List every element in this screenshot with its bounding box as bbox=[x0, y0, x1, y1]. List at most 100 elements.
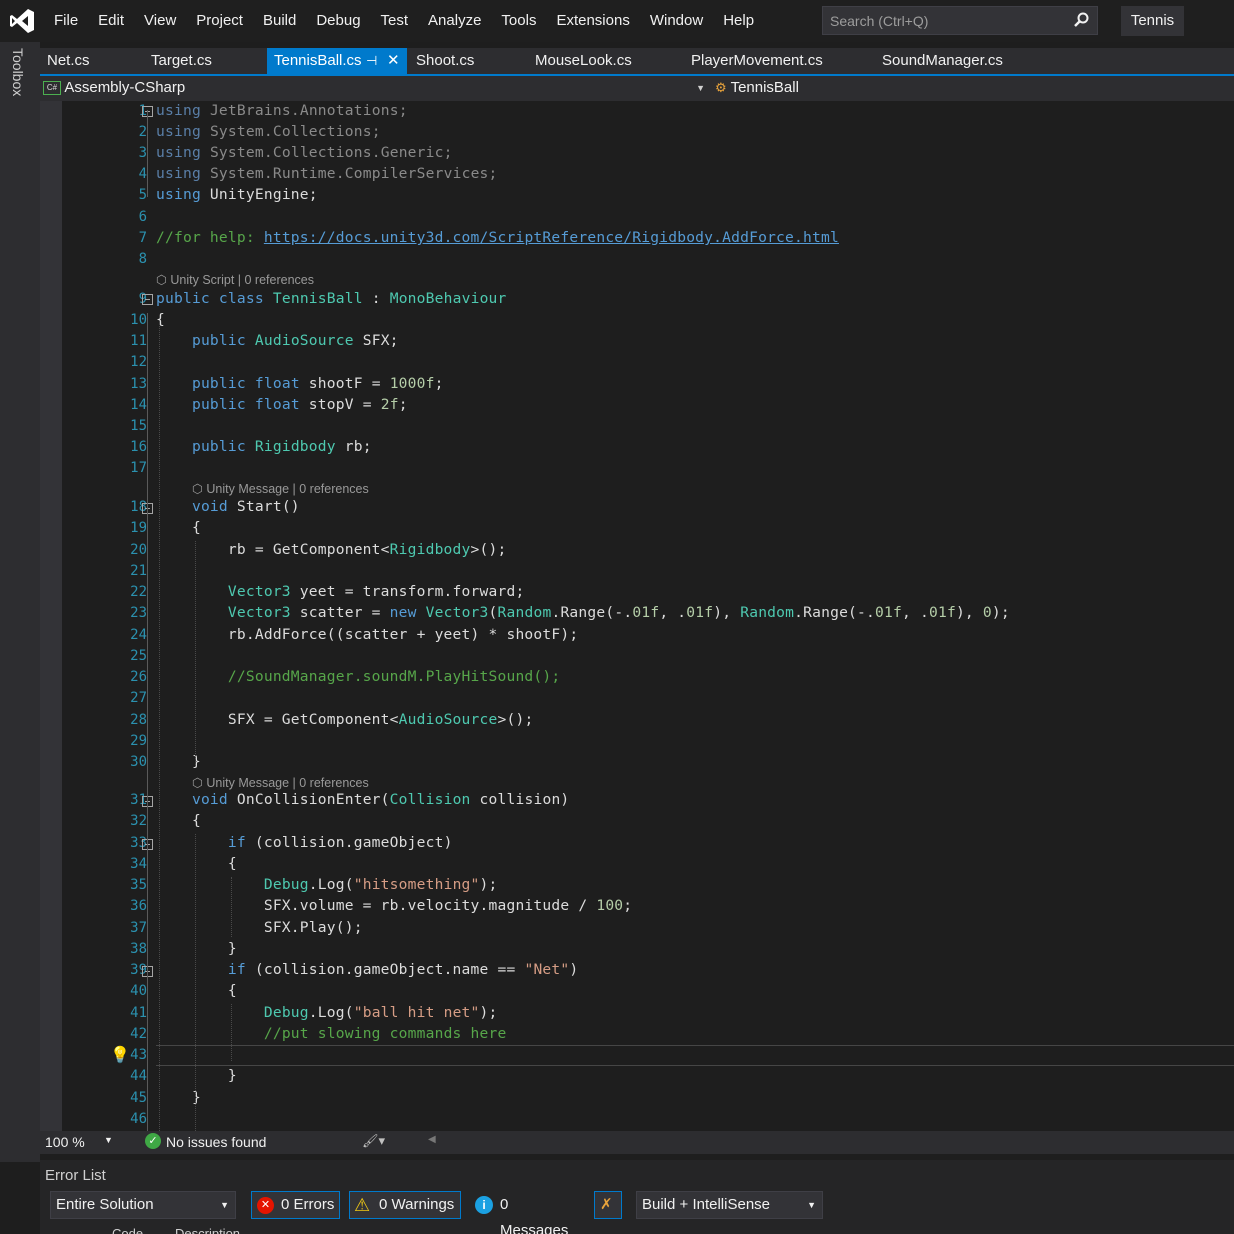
code-line[interactable]: } bbox=[156, 940, 237, 957]
code-line[interactable]: SFX.Play(); bbox=[156, 919, 363, 936]
search-placeholder: Search (Ctrl+Q) bbox=[830, 13, 929, 29]
code-line[interactable]: public float shootF = 1000f; bbox=[156, 375, 444, 392]
tab-shoot-cs[interactable]: Shoot.cs bbox=[409, 48, 529, 74]
codelens-collision-references[interactable]: ⬡ Unity Message | 0 references bbox=[192, 775, 369, 790]
tab-label: Shoot.cs bbox=[416, 52, 475, 69]
line-number: 17 bbox=[130, 460, 147, 476]
menu-edit[interactable]: Edit bbox=[88, 0, 134, 42]
tab-mouselook-cs[interactable]: MouseLook.cs bbox=[528, 48, 684, 74]
close-icon[interactable]: ✕ bbox=[387, 48, 400, 74]
column-header-description[interactable]: Description bbox=[175, 1226, 240, 1234]
menu-debug[interactable]: Debug bbox=[306, 0, 370, 42]
menu-extensions[interactable]: Extensions bbox=[546, 0, 639, 42]
menu-help[interactable]: Help bbox=[713, 0, 764, 42]
code-line[interactable]: public float stopV = 2f; bbox=[156, 396, 408, 413]
code-line[interactable]: SFX = GetComponent<AudioSource>(); bbox=[156, 711, 533, 728]
solution-name-badge[interactable]: Tennis bbox=[1121, 6, 1184, 36]
errors-filter-button[interactable]: ✕ 0 Errors bbox=[251, 1191, 340, 1219]
scroll-left-icon[interactable]: ◀ bbox=[428, 1134, 436, 1145]
code-line[interactable]: { bbox=[156, 812, 201, 829]
line-number: 5 bbox=[138, 187, 147, 203]
class-icon: ⚙ bbox=[715, 80, 727, 95]
menu-analyze[interactable]: Analyze bbox=[418, 0, 491, 42]
filter-toggle-button[interactable]: ✗ bbox=[594, 1191, 622, 1219]
code-line[interactable]: using System.Collections; bbox=[156, 123, 381, 140]
code-line[interactable]: SFX.volume = rb.velocity.magnitude / 100… bbox=[156, 897, 632, 914]
visual-studio-logo-icon[interactable] bbox=[0, 0, 44, 42]
code-line[interactable]: rb.AddForce((scatter + yeet) * shootF); bbox=[156, 626, 578, 643]
tab-soundmanager-cs[interactable]: SoundManager.cs bbox=[875, 48, 1055, 74]
code-line[interactable]: Vector3 scatter = new Vector3(Random.Ran… bbox=[156, 604, 1010, 621]
zoom-level[interactable]: 100 % bbox=[45, 1134, 85, 1150]
code-line[interactable]: //SoundManager.soundM.PlayHitSound(); bbox=[156, 668, 560, 685]
code-line[interactable]: public AudioSource SFX; bbox=[156, 332, 399, 349]
menu-test[interactable]: Test bbox=[371, 0, 419, 42]
code-editor[interactable]: 1 2 3 4 5 6 7 8 9 10 11 12 13 14 15 16 17 18 19 20 21 22 23 24 2… bbox=[40, 101, 1234, 1131]
project-dropdown[interactable]: C# Assembly-CSharp ▼ bbox=[43, 77, 709, 99]
code-line[interactable]: } bbox=[156, 1067, 237, 1084]
class-dropdown[interactable]: ⚙ TennisBall bbox=[715, 77, 1234, 99]
menu-project[interactable]: Project bbox=[186, 0, 253, 42]
line-number: 22 bbox=[130, 584, 147, 600]
code-line[interactable]: Vector3 yeet = transform.forward; bbox=[156, 583, 524, 600]
code-line[interactable]: public Rigidbody rb; bbox=[156, 438, 372, 455]
editor-status-bar: 100 % ▼ ✓ No issues found 🖌▾ ◀ bbox=[40, 1131, 1234, 1154]
code-line[interactable]: rb = GetComponent<Rigidbody>(); bbox=[156, 541, 506, 558]
code-line[interactable]: void Start() bbox=[156, 498, 300, 515]
codelens-start-references[interactable]: ⬡ Unity Message | 0 references bbox=[192, 481, 369, 496]
navigation-bar: C# Assembly-CSharp ▼ ⚙ TennisBall bbox=[40, 76, 1234, 101]
tab-target-cs[interactable]: Target.cs bbox=[144, 48, 266, 74]
pin-icon[interactable]: ⊣ bbox=[366, 48, 377, 74]
line-number: 35 bbox=[130, 877, 147, 893]
code-line[interactable]: Debug.Log("ball hit net"); bbox=[156, 1004, 498, 1021]
toolbox-tab[interactable]: Toolbox bbox=[10, 48, 26, 96]
warnings-filter-button[interactable]: ⚠ 0 Warnings bbox=[349, 1191, 461, 1219]
code-line[interactable]: Debug.Log("hitsomething"); bbox=[156, 876, 498, 893]
menu-build[interactable]: Build bbox=[253, 0, 306, 42]
search-icon[interactable] bbox=[1073, 12, 1089, 33]
codelens-class-references[interactable]: ⬡ Unity Script | 0 references bbox=[156, 272, 314, 287]
menu-file[interactable]: File bbox=[44, 0, 88, 42]
code-line[interactable]: if (collision.gameObject) bbox=[156, 834, 453, 851]
column-header-code[interactable]: Code bbox=[112, 1226, 143, 1234]
scope-dropdown[interactable]: Entire Solution ▼ bbox=[50, 1191, 236, 1219]
code-line[interactable]: using System.Runtime.CompilerServices; bbox=[156, 165, 498, 182]
tab-playermovement-cs[interactable]: PlayerMovement.cs bbox=[684, 48, 876, 74]
code-line[interactable]: { bbox=[156, 519, 201, 536]
menu-tools[interactable]: Tools bbox=[491, 0, 546, 42]
tab-tennisball-cs[interactable]: TennisBall.cs ⊣ ✕ bbox=[267, 48, 407, 74]
error-list-title[interactable]: Error List bbox=[45, 1167, 106, 1184]
code-line[interactable]: using System.Collections.Generic; bbox=[156, 144, 453, 161]
lightbulb-icon[interactable]: 💡 bbox=[110, 1045, 130, 1065]
messages-filter-button[interactable]: i 0 Messages bbox=[470, 1191, 580, 1234]
code-line[interactable]: using JetBrains.Annotations; bbox=[156, 102, 408, 119]
source-dropdown[interactable]: Build + IntelliSense ▼ bbox=[636, 1191, 823, 1219]
line-number: 23 bbox=[130, 605, 147, 621]
menu-bar: File Edit View Project Build Debug Test … bbox=[0, 0, 1234, 42]
code-line[interactable]: //for help: https://docs.unity3d.com/Scr… bbox=[156, 229, 839, 246]
brush-icon[interactable]: 🖌▾ bbox=[362, 1133, 385, 1149]
code-line[interactable]: //put slowing commands here bbox=[156, 1025, 506, 1042]
code-line[interactable]: using UnityEngine; bbox=[156, 186, 318, 203]
code-line[interactable]: void OnCollisionEnter(Collision collisio… bbox=[156, 791, 569, 808]
code-line[interactable]: public class TennisBall : MonoBehaviour bbox=[156, 290, 507, 307]
code-line[interactable]: { bbox=[156, 311, 165, 328]
chevron-down-icon[interactable]: ▼ bbox=[104, 1135, 113, 1145]
menu-window[interactable]: Window bbox=[640, 0, 713, 42]
code-line[interactable]: { bbox=[156, 855, 237, 872]
issues-status[interactable]: No issues found bbox=[166, 1134, 266, 1150]
code-line[interactable]: if (collision.gameObject.name == "Net") bbox=[156, 961, 578, 978]
line-number: 24 bbox=[130, 627, 147, 643]
code-line[interactable]: { bbox=[156, 982, 237, 999]
search-input[interactable]: Search (Ctrl+Q) bbox=[822, 6, 1098, 35]
line-number: 8 bbox=[138, 251, 147, 267]
line-number: 42 bbox=[130, 1026, 147, 1042]
messages-count: 0 Messages bbox=[500, 1196, 569, 1234]
tab-net-cs[interactable]: Net.cs bbox=[40, 48, 145, 74]
collapse-toggle-icon[interactable] bbox=[142, 294, 153, 305]
menu-view[interactable]: View bbox=[134, 0, 186, 42]
chevron-down-icon: ▼ bbox=[696, 83, 705, 93]
line-number: 20 bbox=[130, 542, 147, 558]
line-number: 30 bbox=[130, 754, 147, 770]
outline-guide bbox=[147, 858, 148, 937]
